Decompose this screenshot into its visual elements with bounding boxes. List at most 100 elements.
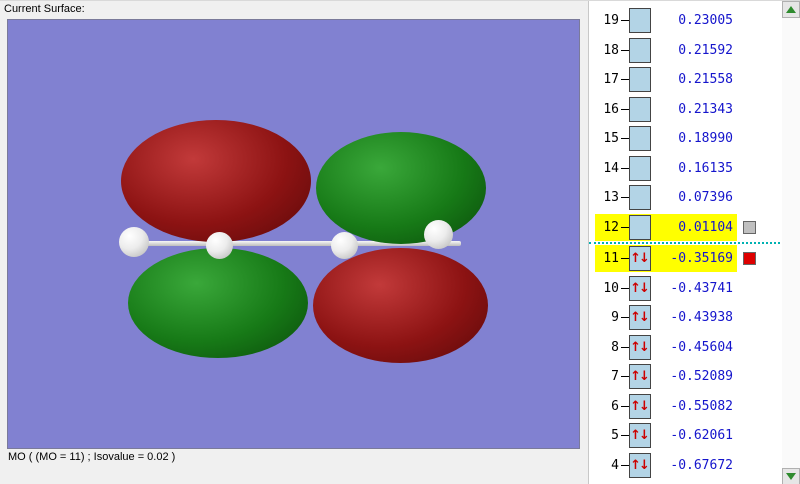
orbital-occupancy-box[interactable]: ↑ ↓ [629,275,651,301]
orbital-list-panel: 19 0.23005 18 0.21592 17 0.21558 16 0.21343 15 0.… [588,1,800,484]
orbital-number: 17 [603,72,619,88]
orbital-row-main: 17 0.21558 [595,66,737,93]
orbital-number: 4 [611,457,619,473]
hydrogen-atom [206,232,233,259]
orbital-occupancy-box[interactable] [629,67,651,93]
homo-lumo-separator [589,242,780,244]
orbital-energy-value: 0.18990 [678,131,733,147]
orbital-number: 5 [611,428,619,444]
spin-down-arrow-icon: ↓ [639,251,650,267]
orbital-energy-value: -0.52089 [670,369,733,385]
current-surface-label: Current Surface: [4,3,85,15]
orbital-row-main: 8 ↑ ↓ -0.45604 [595,334,737,361]
orbital-lobe-positive-bottom-right [313,248,488,363]
orbital-energy-value: -0.55082 [670,398,733,414]
orbital-row-main: 19 0.23005 [595,7,737,34]
scroll-up-button[interactable] [782,1,800,18]
orbital-number: 6 [611,398,619,414]
orbital-tick [621,346,629,348]
orbital-tick [621,79,629,81]
orbital-energy-value: -0.45604 [670,339,733,355]
orbital-row-10[interactable]: 10 ↑ ↓ -0.43741 [589,274,782,304]
orbital-row-8[interactable]: 8 ↑ ↓ -0.45604 [589,333,782,363]
orbital-tick [621,20,629,22]
orbital-occupancy-box[interactable]: ↑ ↓ [629,305,651,331]
orbital-lobe-negative-top-right [316,132,486,244]
orbital-tick [621,287,629,289]
orbital-color-swatch[interactable] [743,252,756,266]
orbital-row-5[interactable]: 5 ↑ ↓ -0.62061 [589,421,782,451]
orbital-occupancy-box[interactable] [629,126,651,152]
orbital-row-main: 9 ↑ ↓ -0.43938 [595,304,737,331]
orbital-occupancy-box[interactable]: ↑ ↓ [629,423,651,449]
orbital-row-13[interactable]: 13 0.07396 [589,183,782,213]
orbital-tick [621,405,629,407]
orbital-occupancy-box[interactable] [629,185,651,211]
orbital-number: 7 [611,369,619,385]
orbital-energy-value: 0.16135 [678,160,733,176]
orbital-row-16[interactable]: 16 0.21343 [589,95,782,125]
orbital-occupancy-box[interactable]: ↑ ↓ [629,393,651,419]
orbital-row-9[interactable]: 9 ↑ ↓ -0.43938 [589,303,782,333]
spin-down-arrow-icon: ↓ [639,369,650,385]
orbital-tick [621,138,629,140]
orbital-occupancy-box[interactable]: ↑ ↓ [629,364,651,390]
orbital-tick [621,167,629,169]
orbital-row-11[interactable]: 11 ↑ ↓ -0.35169 [589,244,782,274]
orbital-energy-value: -0.43741 [670,280,733,296]
orbital-tick [621,464,629,466]
orbital-occupancy-box[interactable]: ↑ ↓ [629,334,651,360]
orbital-energy-value: 0.01104 [678,219,733,235]
orbital-energy-value: 0.07396 [678,190,733,206]
orbital-occupancy-box[interactable] [629,214,651,240]
orbital-row-main: 6 ↑ ↓ -0.55082 [595,393,737,420]
scroll-down-button[interactable] [782,468,800,484]
orbital-list-scrollbar[interactable] [782,1,800,484]
orbital-row-4[interactable]: 4 ↑ ↓ -0.67672 [589,451,782,481]
spin-down-arrow-icon: ↓ [639,428,650,444]
orbital-row-18[interactable]: 18 0.21592 [589,36,782,66]
orbital-occupancy-box[interactable] [629,37,651,63]
orbital-row-main: 13 0.07396 [595,184,737,211]
orbital-row-main: 18 0.21592 [595,37,737,64]
molecule-viewport[interactable] [7,19,580,449]
orbital-number: 8 [611,339,619,355]
hydrogen-atom [119,227,149,257]
orbital-row-7[interactable]: 7 ↑ ↓ -0.52089 [589,362,782,392]
orbital-number: 18 [603,42,619,58]
scrollbar-track[interactable] [782,18,800,468]
orbital-occupancy-box[interactable]: ↑ ↓ [629,452,651,478]
orbital-list: 19 0.23005 18 0.21592 17 0.21558 16 0.21343 15 0.… [589,1,782,484]
orbital-row-6[interactable]: 6 ↑ ↓ -0.55082 [589,392,782,422]
orbital-occupancy-box[interactable] [629,155,651,181]
orbital-row-12[interactable]: 12 0.01104 [589,213,782,243]
orbital-number: 10 [603,280,619,296]
down-arrow-icon [786,473,796,480]
up-arrow-icon [786,6,796,13]
orbital-tick [621,258,629,260]
hydrogen-atom [331,232,358,259]
orbital-row-14[interactable]: 14 0.16135 [589,154,782,184]
orbital-row-main: 10 ↑ ↓ -0.43741 [595,275,737,302]
orbital-tick [621,226,629,228]
orbital-number: 14 [603,160,619,176]
orbital-row-main: 15 0.18990 [595,125,737,152]
orbital-number: 19 [603,13,619,29]
orbital-tick [621,108,629,110]
orbital-occupancy-box[interactable] [629,8,651,34]
orbital-energy-value: -0.67672 [670,457,733,473]
orbital-number: 13 [603,190,619,206]
orbital-row-19[interactable]: 19 0.23005 [589,6,782,36]
orbital-row-17[interactable]: 17 0.21558 [589,65,782,95]
orbital-occupancy-box[interactable] [629,96,651,122]
orbital-row-15[interactable]: 15 0.18990 [589,124,782,154]
orbital-row-main: 5 ↑ ↓ -0.62061 [595,422,737,449]
orbital-row-main: 4 ↑ ↓ -0.67672 [595,452,737,479]
orbital-energy-value: -0.43938 [670,310,733,326]
hydrogen-atom [424,220,453,249]
orbital-number: 11 [603,251,619,267]
orbital-color-swatch[interactable] [743,220,756,234]
orbital-lobe-positive-top-left [121,120,311,242]
orbital-occupancy-box[interactable]: ↑ ↓ [629,246,651,272]
orbital-energy-value: -0.62061 [670,428,733,444]
